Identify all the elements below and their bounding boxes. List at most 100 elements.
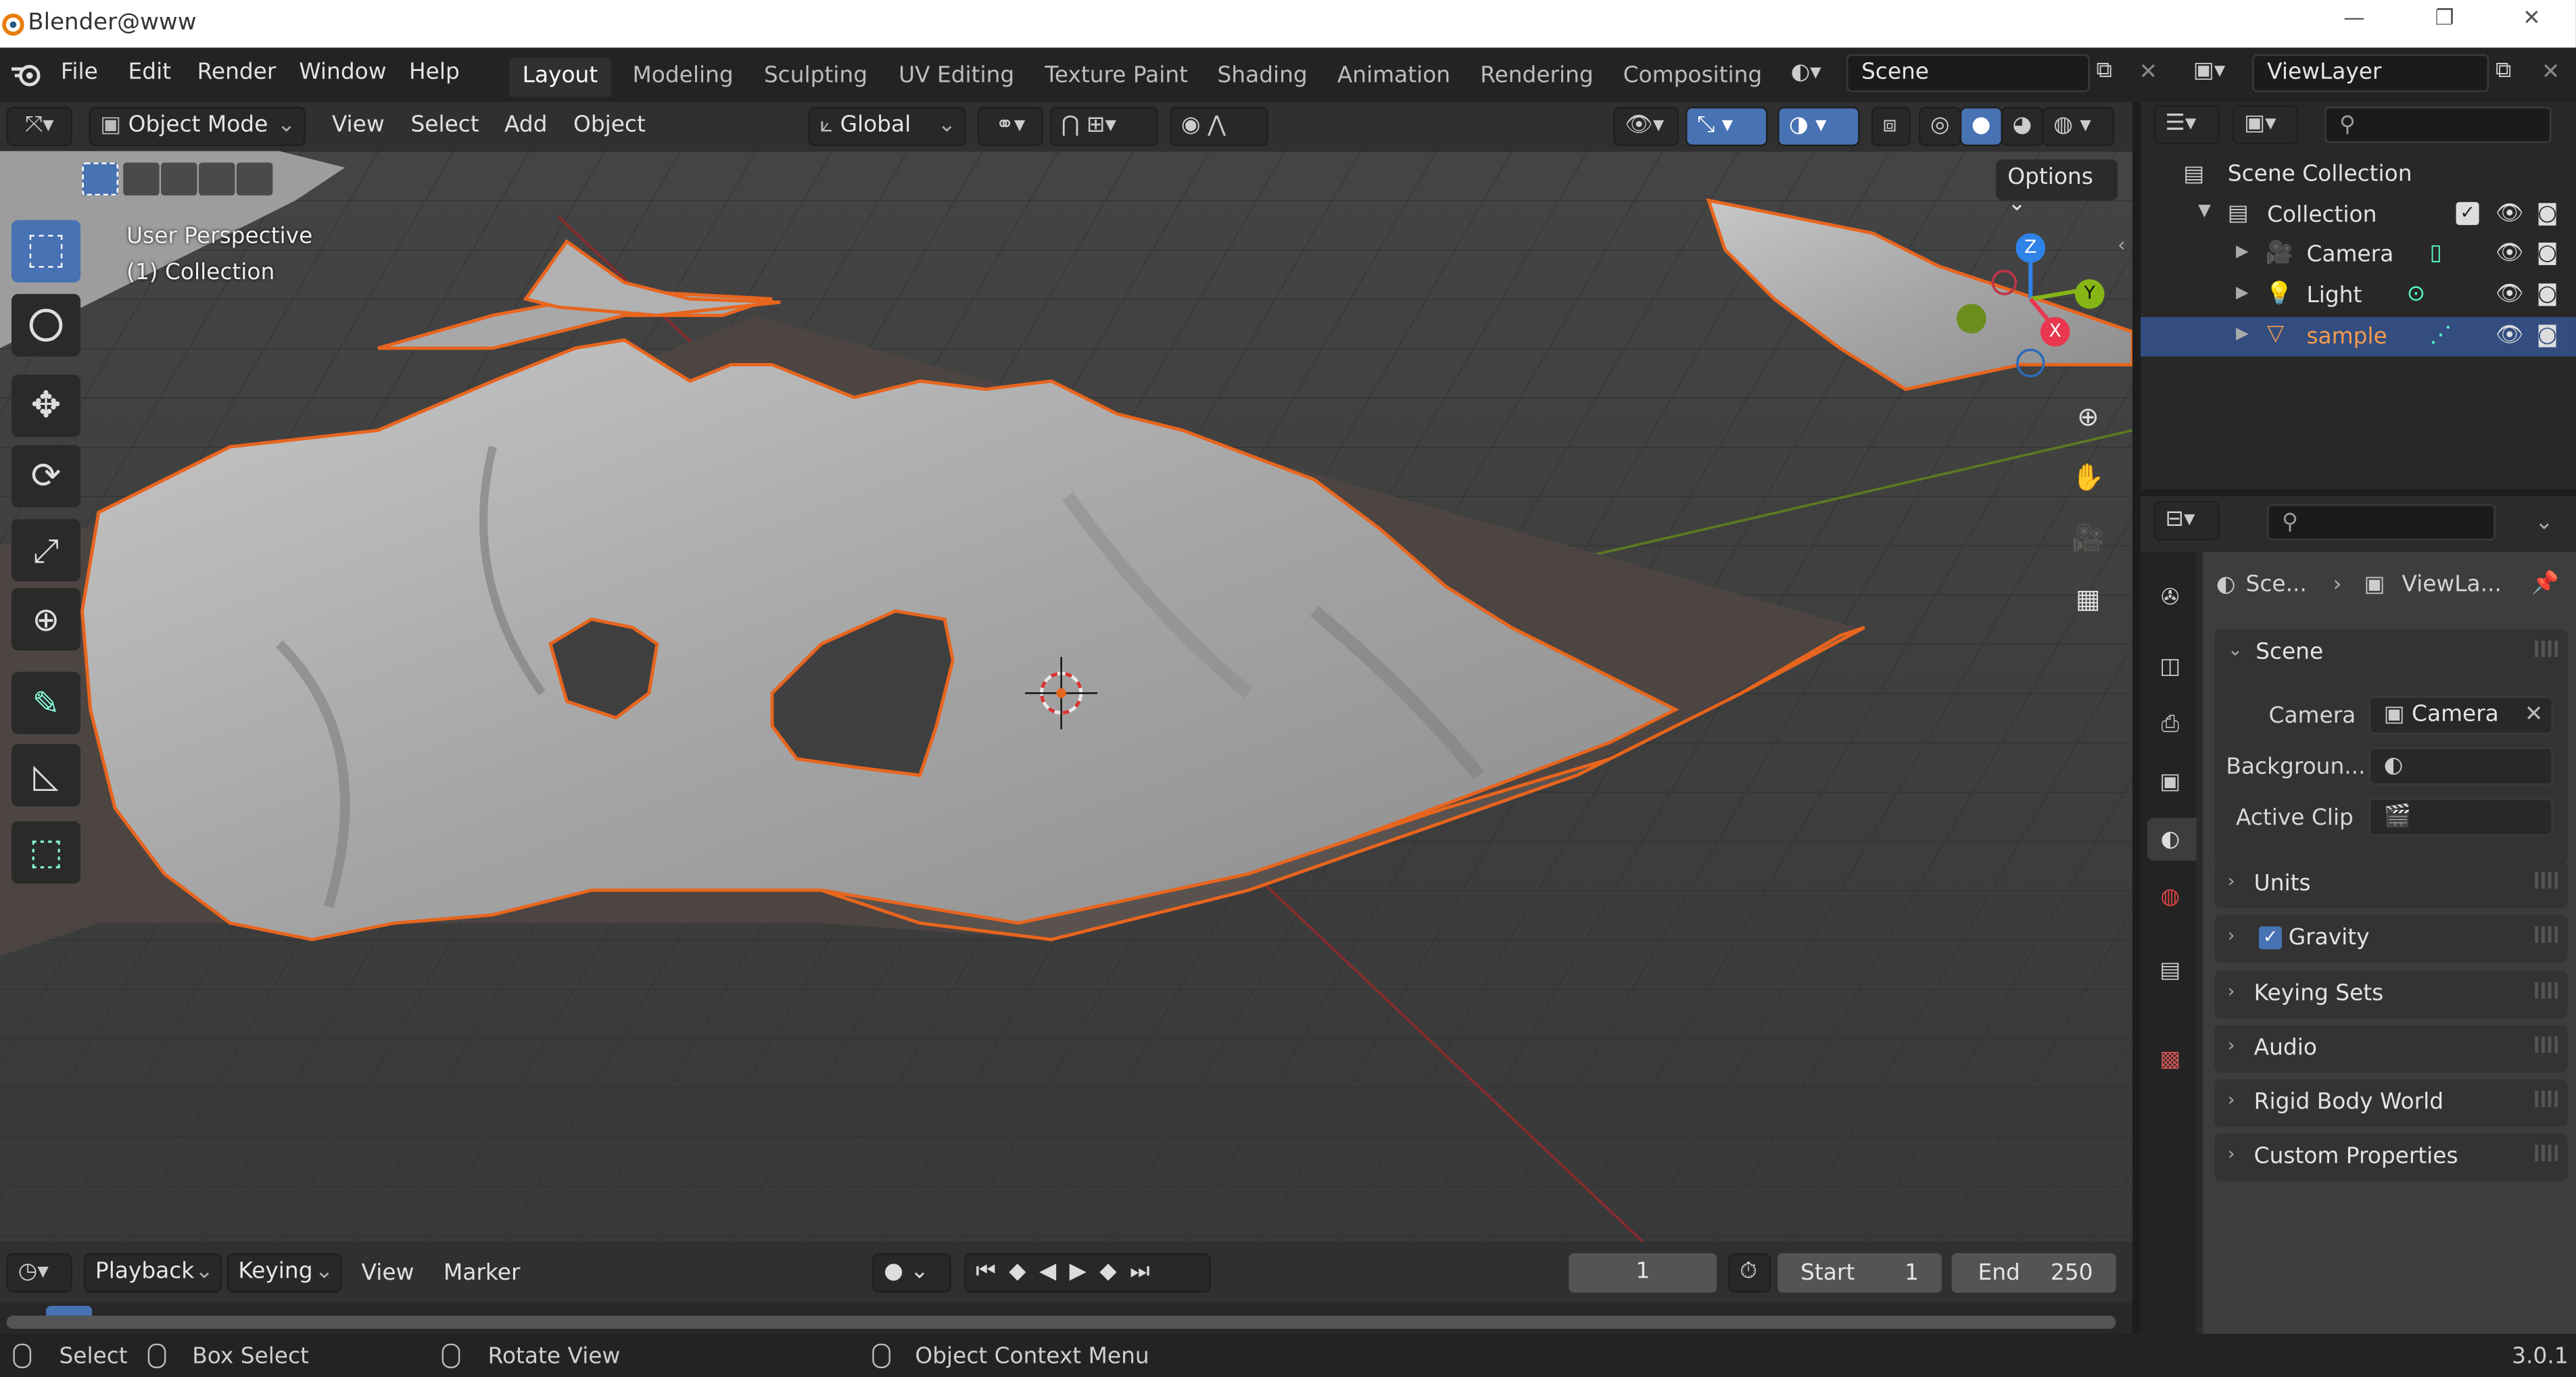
outliner-row-sample[interactable]: ▶ ▽ sample ⋰ 👁 ◙: [2141, 316, 2576, 357]
measure-tool-icon[interactable]: ◺: [11, 744, 81, 807]
pan-hand-icon[interactable]: ✋: [2064, 452, 2113, 501]
tab-texture-paint[interactable]: Texture Paint: [1032, 57, 1201, 97]
end-frame-field[interactable]: End 250: [1951, 1253, 2116, 1293]
orientation-dropdown[interactable]: ⟀ Global ⌄: [808, 106, 966, 147]
timeline-editor-type-icon[interactable]: ◷▾: [6, 1253, 72, 1293]
sidebar-toggle-icon[interactable]: ‹: [2118, 233, 2126, 256]
scene-icon[interactable]: ◐▾: [1790, 59, 1821, 85]
expand-chevron-icon[interactable]: ›: [2228, 871, 2235, 892]
render-tab-icon[interactable]: ◫: [2153, 650, 2187, 683]
pin-icon[interactable]: 📌: [2531, 570, 2559, 596]
menu-window[interactable]: Window: [299, 59, 386, 85]
tab-rendering[interactable]: Rendering: [1467, 57, 1606, 97]
render-camera-icon[interactable]: ◙: [2537, 240, 2558, 266]
output-tab-icon[interactable]: ⎙: [2153, 708, 2187, 741]
display-mode-icon[interactable]: ▣▾: [2233, 105, 2299, 145]
units-panel[interactable]: › Units: [2214, 861, 2568, 909]
gravity-panel[interactable]: › ✓ Gravity: [2214, 915, 2568, 963]
playback-dropdown[interactable]: Playback ⌄: [83, 1253, 222, 1293]
add-cube-tool-icon[interactable]: ⬚: [11, 821, 81, 884]
prev-keyframe-icon[interactable]: ◆: [1009, 1258, 1039, 1284]
render-camera-icon[interactable]: ◙: [2537, 281, 2558, 307]
tab-sculpting[interactable]: Sculpting: [750, 57, 880, 97]
menu-select[interactable]: Select: [410, 112, 479, 138]
camera-field[interactable]: ▣ Camera ✕: [2368, 696, 2553, 735]
next-keyframe-icon[interactable]: ◆: [1099, 1258, 1130, 1284]
camera-data-icon[interactable]: ▯: [2430, 240, 2442, 266]
expand-chevron-icon[interactable]: ›: [2228, 1143, 2235, 1165]
visibility-eye-icon[interactable]: 👁: [2496, 322, 2524, 348]
menu-render[interactable]: Render: [197, 59, 277, 85]
outliner-row-camera[interactable]: ▶ 🎥 Camera ▯ 👁 ◙: [2141, 235, 2576, 274]
playback-controls[interactable]: ⏮◆◀▶◆⏭: [964, 1253, 1211, 1293]
close-icon[interactable]: ✕: [2512, 7, 2551, 40]
tab-shading[interactable]: Shading: [1204, 57, 1320, 97]
menu-help[interactable]: Help: [409, 59, 460, 85]
start-frame-field[interactable]: Start 1: [1778, 1253, 1942, 1293]
select-subtract-mode-icon[interactable]: [161, 162, 197, 196]
rigid-body-world-panel[interactable]: › Rigid Body World: [2214, 1079, 2568, 1127]
gizmo-x-axis[interactable]: X: [2040, 316, 2070, 347]
proportional-edit-icon[interactable]: ◉ ⋀: [1170, 106, 1268, 147]
keying-sets-panel[interactable]: › Keying Sets: [2214, 971, 2568, 1019]
expand-arrow-icon[interactable]: ▶: [2236, 243, 2249, 262]
clear-icon[interactable]: ✕: [2525, 702, 2543, 728]
mode-dropdown[interactable]: ▣ Object Mode ⌄: [89, 106, 306, 147]
3d-viewport[interactable]: User Perspective (1) Collection Options …: [0, 151, 2132, 1242]
background-field[interactable]: ◐: [2368, 747, 2553, 786]
expand-chevron-icon[interactable]: ›: [2228, 1089, 2235, 1111]
select-intersect-mode-icon[interactable]: [236, 162, 273, 196]
drag-grip-icon[interactable]: [2535, 1090, 2558, 1107]
audio-panel[interactable]: › Audio: [2214, 1025, 2568, 1073]
drag-grip-icon[interactable]: [2535, 926, 2558, 943]
new-viewlayer-icon[interactable]: ⧉: [2496, 57, 2511, 84]
outliner-search-input[interactable]: ⚲: [2324, 106, 2552, 143]
expand-chevron-icon[interactable]: ›: [2228, 925, 2235, 946]
tab-layout[interactable]: Layout: [509, 57, 611, 97]
world-tab-icon[interactable]: ◍: [2153, 880, 2187, 913]
properties-editor-type-icon[interactable]: ⊟▾: [2153, 501, 2220, 541]
remove-viewlayer-icon[interactable]: ✕: [2542, 59, 2560, 85]
tool-tab-icon[interactable]: ✇: [2153, 581, 2187, 614]
expand-arrow-icon[interactable]: ▶: [2236, 325, 2249, 343]
outliner-row-collection[interactable]: ▼ ▤ Collection ✓ 👁 ◙: [2141, 195, 2576, 235]
overlay-toggle-icon[interactable]: ◑ ▾: [1778, 106, 1860, 147]
gizmo-y-axis[interactable]: Y: [2074, 279, 2105, 309]
drag-grip-icon[interactable]: [2535, 1036, 2558, 1053]
minimize-icon[interactable]: —: [2335, 7, 2374, 40]
visibility-eye-icon[interactable]: 👁: [2496, 240, 2524, 266]
viewlayer-icon[interactable]: ▣▾: [2193, 57, 2225, 84]
outliner-editor-type-icon[interactable]: ☰▾: [2153, 105, 2220, 145]
options-dropdown[interactable]: Options ⌄: [1996, 159, 2118, 217]
collapse-chevron-icon[interactable]: ⌄: [2228, 639, 2243, 660]
texture-tab-icon[interactable]: ▩: [2153, 1043, 2187, 1076]
timeline-scrollbar[interactable]: [6, 1315, 2116, 1329]
active-clip-field[interactable]: 🎬: [2368, 798, 2553, 836]
xray-icon[interactable]: ⧈: [1871, 106, 1911, 147]
keying-dropdown[interactable]: Keying ⌄: [226, 1253, 342, 1293]
tab-animation[interactable]: Animation: [1324, 57, 1463, 97]
gravity-checkbox[interactable]: ✓: [2258, 926, 2282, 950]
solid-shading-icon[interactable]: ●: [1959, 106, 2003, 147]
select-new-mode-icon[interactable]: [82, 162, 118, 196]
annotate-tool-icon[interactable]: ✎: [11, 671, 81, 735]
pivot-point-icon[interactable]: ⚭▾: [977, 106, 1043, 147]
light-data-icon[interactable]: ⊙: [2407, 281, 2425, 307]
render-camera-icon[interactable]: ◙: [2537, 322, 2558, 348]
timeline-menu-marker[interactable]: Marker: [444, 1260, 520, 1286]
panel-options-icon[interactable]: ⌄: [2535, 509, 2553, 535]
gizmo-z-axis[interactable]: Z: [2016, 233, 2046, 263]
select-box-tool-icon[interactable]: [11, 220, 81, 283]
expand-chevron-icon[interactable]: ›: [2228, 981, 2235, 1002]
expand-arrow-icon[interactable]: ▶: [2236, 284, 2249, 302]
restore-icon[interactable]: ❐: [2425, 7, 2464, 40]
new-scene-icon[interactable]: ⧉: [2096, 57, 2112, 84]
render-camera-icon[interactable]: ◙: [2537, 200, 2558, 226]
timeline-menu-view[interactable]: View: [362, 1260, 414, 1286]
rendered-shading-icon[interactable]: ◍ ▾: [2042, 106, 2115, 147]
drag-grip-icon[interactable]: [2535, 872, 2558, 889]
play-icon[interactable]: ▶: [1070, 1258, 1100, 1284]
wireframe-shading-icon[interactable]: ◎: [1919, 106, 1962, 147]
visibility-icon[interactable]: 👁▾: [1613, 106, 1679, 147]
jump-start-icon[interactable]: ⏮: [976, 1258, 1009, 1284]
